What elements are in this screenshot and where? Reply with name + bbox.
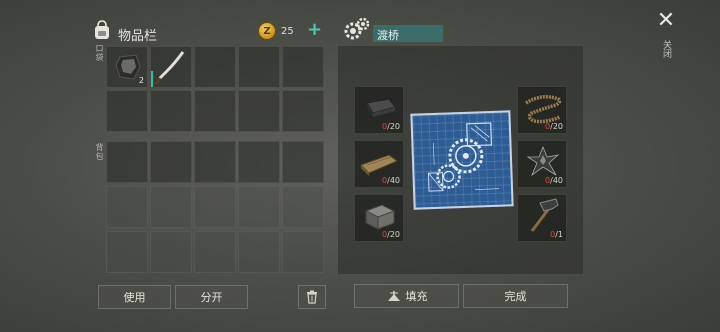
inventory-slot[interactable]	[150, 46, 192, 88]
material-need: /40	[550, 176, 563, 185]
material-slot[interactable]: 0/1	[517, 194, 567, 242]
material-slot[interactable]: 0/40	[354, 140, 404, 188]
fill-button[interactable]: 填充	[354, 284, 459, 308]
material-need: /40	[387, 176, 400, 185]
rope-icon	[525, 95, 562, 124]
inventory-slot[interactable]	[194, 90, 236, 132]
material-slot[interactable]: 0/40	[517, 140, 567, 188]
inventory-slot[interactable]: 2	[106, 46, 148, 88]
material-need: /20	[550, 122, 563, 131]
durability-bar	[151, 71, 153, 87]
locked-slot	[150, 231, 192, 273]
locked-slot	[238, 231, 280, 273]
iron-bar-icon	[366, 98, 396, 117]
use-button[interactable]: 使用	[98, 285, 171, 309]
trash-button[interactable]	[298, 285, 326, 309]
backpack-label: 背包	[95, 143, 104, 161]
inventory-slot[interactable]	[282, 46, 324, 88]
locked-slot	[282, 186, 324, 228]
close-label[interactable]: 关闭	[660, 40, 673, 58]
material-slot[interactable]: 0/20	[517, 86, 567, 134]
split-button[interactable]: 分开	[175, 285, 248, 309]
complete-button[interactable]: 完成	[463, 284, 568, 308]
material-slot[interactable]: 0/20	[354, 86, 404, 134]
add-coins-button[interactable]: +	[307, 19, 322, 40]
stone-block-icon	[364, 204, 396, 230]
recipe-title: 渡桥	[377, 29, 399, 42]
locked-slot	[194, 186, 236, 228]
trash-icon	[307, 290, 317, 304]
coin-icon: Z	[258, 22, 276, 40]
material-need: /20	[387, 122, 400, 131]
inventory-slot[interactable]	[282, 90, 324, 132]
inventory-slot[interactable]	[238, 90, 280, 132]
locked-slot	[106, 186, 148, 228]
inventory-slot[interactable]	[238, 46, 280, 88]
inventory-slot[interactable]	[106, 90, 148, 132]
backpack-icon	[93, 20, 111, 40]
inventory-slot[interactable]	[194, 141, 236, 183]
inventory-slot[interactable]	[106, 141, 148, 183]
inventory-slot[interactable]	[150, 90, 192, 132]
inventory-slot[interactable]	[150, 141, 192, 183]
stone-icon	[115, 54, 141, 80]
material-need: /20	[387, 230, 400, 239]
blueprint-gears-icon	[427, 122, 500, 192]
material-slot[interactable]: 0/20	[354, 194, 404, 242]
blueprint-image	[410, 110, 514, 210]
material-need: /1	[555, 230, 563, 239]
locked-slot	[194, 231, 236, 273]
scythe-icon	[154, 51, 185, 85]
locked-slot	[150, 186, 192, 228]
item-count: 2	[138, 76, 144, 85]
locked-slot	[106, 231, 148, 273]
inventory-slot[interactable]	[282, 141, 324, 183]
locked-slot	[282, 231, 324, 273]
pocket-label: 口袋	[95, 44, 104, 62]
gears-icon	[344, 17, 370, 41]
inventory-slot[interactable]	[194, 46, 236, 88]
coin-count: 25	[281, 26, 294, 37]
metal-scrap-icon	[526, 145, 560, 177]
fill-icon	[387, 291, 400, 301]
inventory-slot[interactable]	[238, 141, 280, 183]
fill-label: 填充	[405, 290, 428, 303]
wood-plank-icon	[360, 154, 398, 176]
close-button[interactable]: ✕	[656, 10, 676, 33]
inventory-title: 物品栏	[118, 29, 158, 44]
locked-slot	[238, 186, 280, 228]
